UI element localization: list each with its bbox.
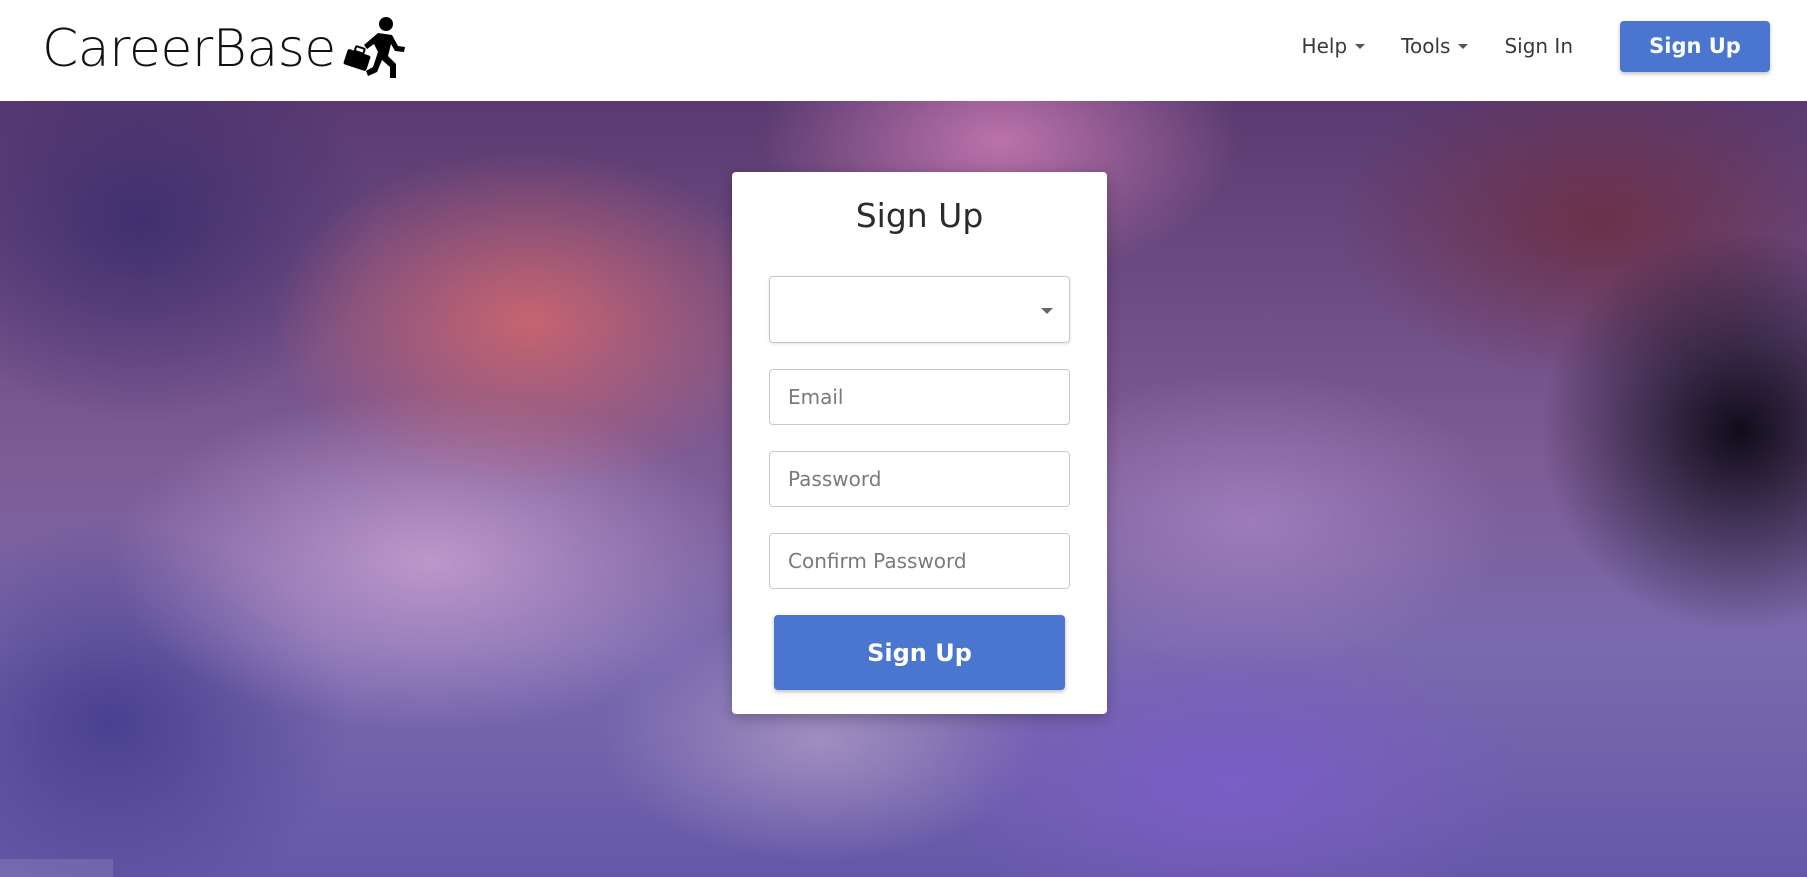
nav-tools-label: Tools <box>1401 34 1451 58</box>
nav-sign-in-link[interactable]: Sign In <box>1504 34 1573 58</box>
nav-help-label: Help <box>1301 34 1348 58</box>
nav-tools-dropdown[interactable]: Tools <box>1401 34 1469 58</box>
caret-down-icon <box>1458 43 1469 49</box>
signup-title: Sign Up <box>855 196 984 235</box>
signup-card: Sign Up Sign Up <box>732 172 1107 714</box>
nav-help-dropdown[interactable]: Help <box>1302 34 1366 58</box>
email-field[interactable] <box>769 369 1070 425</box>
nav-sign-up-button[interactable]: Sign Up <box>1620 20 1770 72</box>
brand-logo[interactable]: CareerBase <box>42 14 412 84</box>
corner-tab <box>0 859 113 877</box>
caret-down-icon <box>1355 43 1366 49</box>
running-businessman-icon <box>343 17 405 78</box>
password-field[interactable] <box>769 451 1070 507</box>
confirm-password-field[interactable] <box>769 533 1070 589</box>
account-type-select[interactable] <box>769 276 1070 343</box>
brand-name: CareerBase <box>42 19 336 79</box>
chevron-down-icon <box>1041 308 1053 314</box>
top-navbar: CareerBase Help Tools Sign In Sign Up <box>0 0 1807 101</box>
sign-up-submit-button[interactable]: Sign Up <box>774 615 1065 690</box>
nav-links: Help Tools Sign In Sign Up <box>1302 20 1770 72</box>
